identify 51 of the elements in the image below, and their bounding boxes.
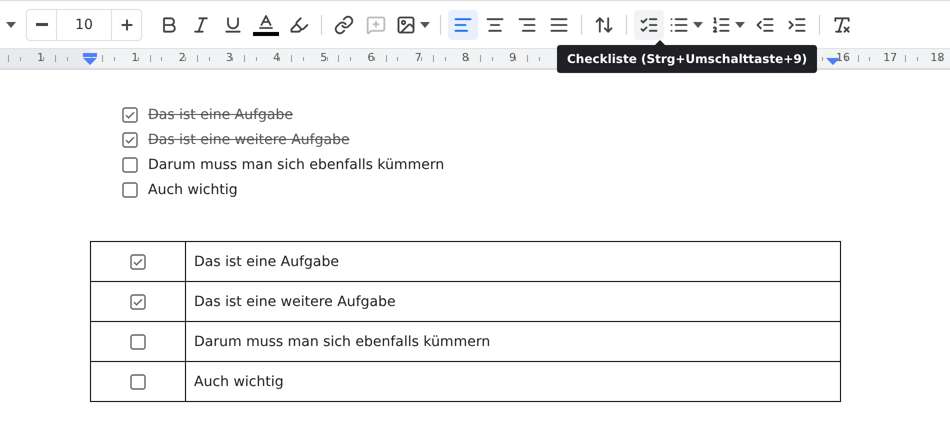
checklist-button[interactable] xyxy=(634,10,664,40)
underline-icon xyxy=(223,14,243,34)
ruler-number: 7 xyxy=(414,51,422,64)
minus-icon xyxy=(36,23,48,26)
table-cell: Darum muss man sich ebenfalls kümmern xyxy=(186,322,840,362)
caret-icon xyxy=(735,22,745,28)
plus-icon xyxy=(118,16,134,32)
highlighter-icon xyxy=(289,14,309,34)
ruler-number: 9 xyxy=(509,51,516,64)
caret-icon xyxy=(6,22,16,28)
checklist-item-text: Das ist eine Aufgabe xyxy=(148,106,294,122)
ruler-number: 6 xyxy=(368,51,374,64)
image-icon xyxy=(396,14,416,34)
color-bar xyxy=(253,32,279,36)
tooltip: Checkliste (Strg+Umschalttaste+9) xyxy=(557,45,818,73)
ruler-number: 16 xyxy=(836,51,850,64)
align-left-button[interactable] xyxy=(448,10,478,40)
table-cell: Das ist eine weitere Aufgabe xyxy=(186,282,840,322)
ruler-number: 18 xyxy=(930,51,944,64)
link-icon xyxy=(334,14,354,34)
checklist-item-text: Auch wichtig xyxy=(148,182,238,198)
checkbox[interactable] xyxy=(122,156,138,172)
ruler-number: 4 xyxy=(273,51,280,64)
checked-checkbox[interactable] xyxy=(130,254,146,270)
checklist-item-text: Darum muss man sich ebenfalls kümmern xyxy=(148,156,444,172)
checkbox[interactable] xyxy=(130,374,146,390)
font-size-control[interactable]: 10 xyxy=(26,8,142,40)
line-spacing-icon xyxy=(594,14,614,34)
ruler-number: 5 xyxy=(320,51,328,64)
checklist-item-text: Das ist eine weitere Aufgabe xyxy=(148,132,350,148)
checkbox[interactable] xyxy=(122,182,138,198)
checked-checkbox[interactable] xyxy=(122,132,138,148)
caret-icon xyxy=(693,22,703,28)
table-cell: Auch wichtig xyxy=(186,362,840,402)
font-size-field[interactable]: 10 xyxy=(56,10,112,40)
table-cell: Das ist eine Aufgabe xyxy=(186,242,840,282)
ruler-number: 3 xyxy=(226,51,233,64)
ruler-number: 1 xyxy=(132,51,138,64)
clear-formatting-icon xyxy=(832,14,852,34)
checkbox[interactable] xyxy=(130,334,146,350)
ruler-number: 8 xyxy=(462,51,469,64)
text-color-icon xyxy=(257,13,275,31)
ruler-number: 1 xyxy=(37,51,44,64)
indent-marker[interactable] xyxy=(83,53,97,65)
comment-icon xyxy=(366,14,386,34)
numbered-list-icon xyxy=(711,14,731,34)
ruler-number: 17 xyxy=(883,51,898,64)
checked-checkbox[interactable] xyxy=(130,294,146,310)
caret-icon xyxy=(420,22,430,28)
ruler-number: 2 xyxy=(178,51,186,64)
checked-checkbox[interactable] xyxy=(122,106,138,122)
